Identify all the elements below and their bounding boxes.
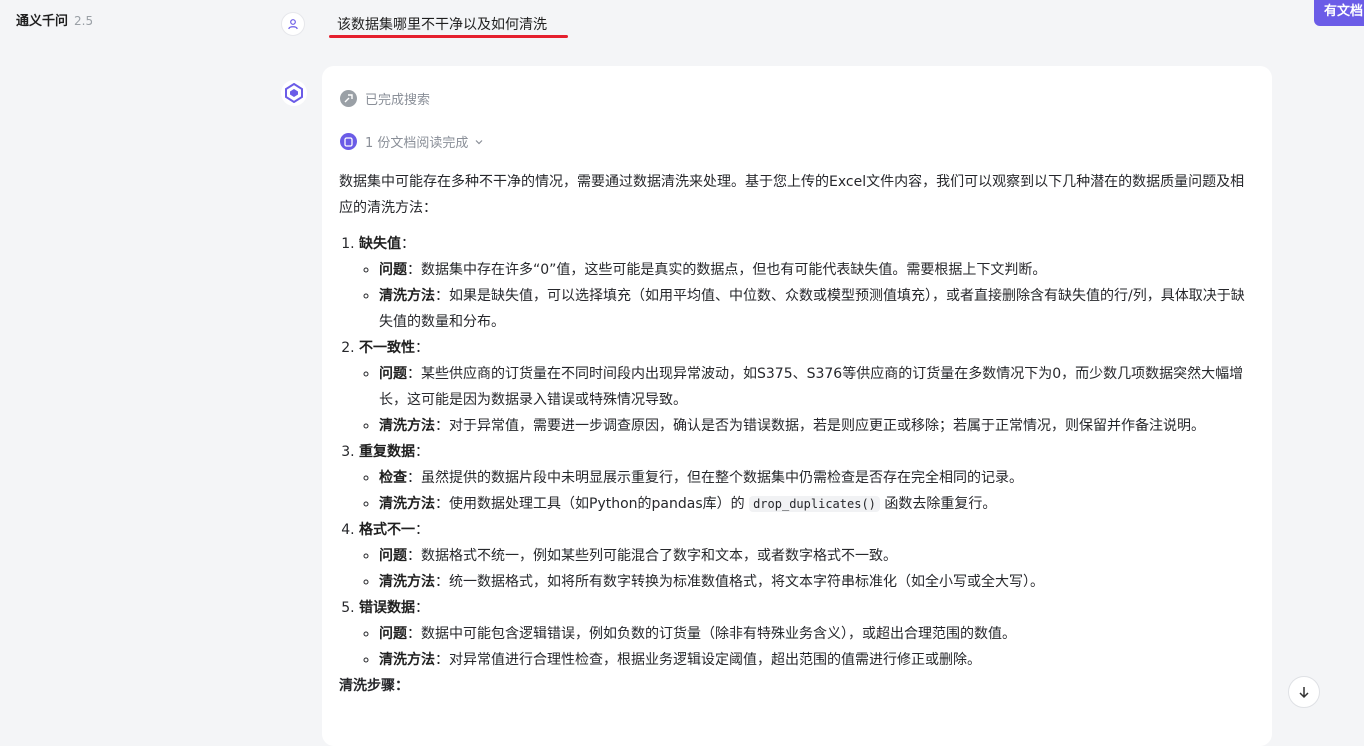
document-status-label: 1 份文档阅读完成 [365,136,469,151]
issue-detail: 问题：数据格式不统一，例如某些列可能混合了数字和文本，或者数字格式不一致。 [379,543,1254,569]
search-status-label: 已完成搜索 [365,93,431,108]
issue-detail: 问题：某些供应商的订货量在不同时间段内出现异常波动，如S375、S376等供应商… [379,361,1254,413]
document-icon [340,133,357,150]
app-title[interactable]: 通义千问 2.5 [16,10,93,29]
code-snippet: drop_duplicates() [749,496,880,512]
question-underline [329,35,568,38]
issue-detail: 清洗方法：对于异常值，需要进一步调查原因，确认是否为错误数据，若是则应更正或移除… [379,413,1254,439]
search-done-icon [340,90,357,107]
answer-content: 数据集中可能存在多种不干净的情况，需要通过数据清洗来处理。基于您上传的Excel… [339,169,1254,699]
issue-detail: 清洗方法：对异常值进行合理性检查，根据业务逻辑设定阈值，超出范围的值需进行修正或… [379,647,1254,673]
answer-intro: 数据集中可能存在多种不干净的情况，需要通过数据清洗来处理。基于您上传的Excel… [339,174,1245,216]
app-version: 2.5 [74,14,94,28]
user-icon [288,19,298,30]
chevron-down-icon[interactable] [474,137,484,147]
user-avatar [281,12,305,36]
issue-item: 错误数据： 问题：数据中可能包含逻辑错误，例如负数的订货量（除非有特殊业务含义）… [359,595,1254,673]
issue-detail: 检查：虽然提供的数据片段中未明显展示重复行，但在整个数据集中仍需检查是否存在完全… [379,465,1254,491]
cleaning-steps-heading: 清洗步骤： [339,678,409,694]
issue-item: 重复数据： 检查：虽然提供的数据片段中未明显展示重复行，但在整个数据集中仍需检查… [359,439,1254,517]
scroll-to-bottom-button[interactable] [1288,676,1320,708]
issue-detail: 问题：数据中可能包含逻辑错误，例如负数的订货量（除非有特殊业务含义），或超出合理… [379,621,1254,647]
arrow-down-icon [1299,687,1309,699]
bot-avatar [281,80,307,106]
user-question: 该数据集哪里不干净以及如何清洗 [337,17,547,33]
issue-detail: 清洗方法：如果是缺失值，可以选择填充（如用平均值、中位数、众数或模型预测值填充）… [379,283,1254,335]
issue-item: 缺失值： 问题：数据集中存在许多“0”值，这些可能是真实的数据点，但也有可能代表… [359,231,1254,335]
issue-detail: 清洗方法：统一数据格式，如将所有数字转换为标准数值格式，将文本字符串标准化（如全… [379,569,1254,595]
bot-logo-icon [285,83,303,103]
issue-list: 缺失值： 问题：数据集中存在许多“0”值，这些可能是真实的数据点，但也有可能代表… [339,231,1254,673]
issue-item: 格式不一： 问题：数据格式不统一，例如某些列可能混合了数字和文本，或者数字格式不… [359,517,1254,595]
issue-item: 不一致性： 问题：某些供应商的订货量在不同时间段内出现异常波动，如S375、S3… [359,335,1254,439]
search-status[interactable]: 已完成搜索 [340,89,430,108]
document-status[interactable]: 1 份文档阅读完成 [340,132,484,151]
issue-detail: 清洗方法：使用数据处理工具（如Python的pandas库）的 drop_dup… [379,491,1254,517]
issue-detail: 问题：数据集中存在许多“0”值，这些可能是真实的数据点，但也有可能代表缺失值。需… [379,257,1254,283]
app-name: 通义千问 [16,14,69,29]
document-mode-button[interactable]: 有文档 [1314,0,1364,26]
